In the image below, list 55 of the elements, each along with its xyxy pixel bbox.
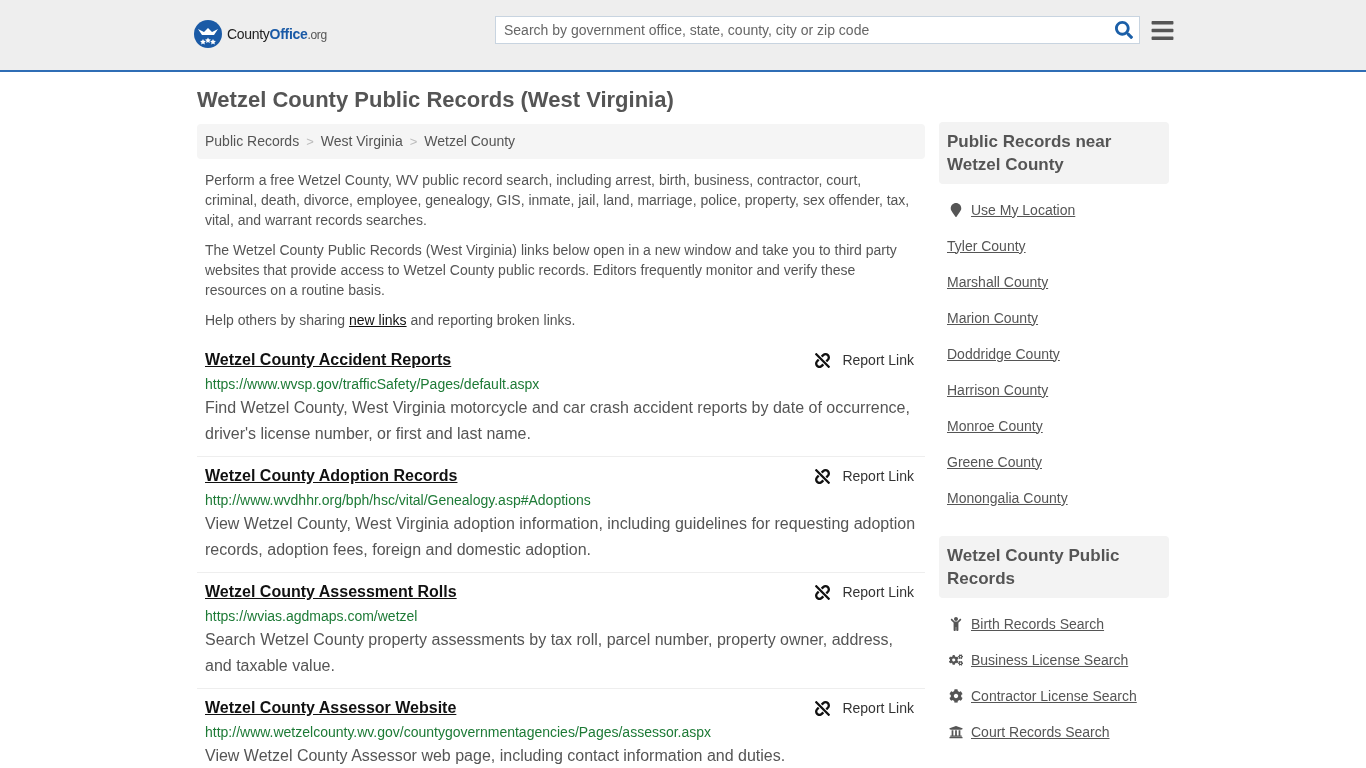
broken-link-icon bbox=[815, 700, 831, 716]
help-text: Help others by sharing new links and reporting broken links. bbox=[205, 311, 577, 330]
site-logo[interactable]: CountyOffice.org bbox=[194, 20, 327, 48]
sidebar-link[interactable]: Birth Records Search bbox=[971, 613, 1105, 635]
intro-paragraph: Perform a free Wetzel County, WV public record search, including arrest, birth, business, contractor, court, criminal, death, divorce, employee, genealogy, GIS, inmate, jail, land, marriage, police, property, sex offender, tax, vital, and warrant records searches. bbox=[205, 171, 911, 230]
breadcrumb-separator: > bbox=[409, 132, 418, 151]
breadcrumb-separator: > bbox=[306, 132, 314, 151]
listing-title-link[interactable]: Wetzel County Adoption Records bbox=[205, 464, 458, 488]
intro-paragraph: The Wetzel County Public Records (West Virginia) links below open in a new window and take you to third party websites that provide access to Wetzel County public records. Editors frequently monitor and verify these resources on a routine basis. bbox=[205, 241, 898, 300]
sidebar-link[interactable]: Harrison County bbox=[947, 379, 1049, 401]
listing-url: http://www.wvdhhr.org/bph/hsc/vital/Genealogy.asp#Adoptions bbox=[205, 491, 592, 510]
listing-url: http://www.wetzelcounty.wv.gov/countygovernmentagencies/Pages/assessor.aspx bbox=[205, 723, 713, 742]
new-links-link[interactable]: new links bbox=[348, 312, 407, 328]
gears-icon bbox=[949, 653, 963, 667]
breadcrumb-link[interactable]: Wetzel County bbox=[424, 131, 516, 152]
sidebar-link[interactable]: Greene County bbox=[947, 451, 1042, 473]
menu-icon[interactable] bbox=[1150, 19, 1175, 41]
sidebar-heading: Public Records near Wetzel County bbox=[939, 122, 1169, 184]
sidebar-link[interactable]: Monongalia County bbox=[947, 487, 1068, 509]
sidebar-link[interactable]: Contractor License Search bbox=[971, 685, 1137, 707]
listing-description: Find Wetzel County, West Virginia motorcycle and car crash accident reports by date of occurrence, driver's license number, or first and last name. bbox=[205, 398, 911, 444]
search-field[interactable]: Search by government office, state, county, city or zip code bbox=[495, 16, 1140, 44]
search-icon[interactable] bbox=[1114, 20, 1134, 40]
sidebar-link[interactable]: Tyler County bbox=[947, 235, 1026, 257]
breadcrumb-link[interactable]: West Virginia bbox=[320, 131, 403, 152]
report-link-button[interactable]: Report Link bbox=[815, 465, 914, 487]
sidebar-link[interactable]: Business License Search bbox=[971, 649, 1129, 671]
report-link-button[interactable]: Report Link bbox=[815, 349, 914, 371]
gear-icon bbox=[949, 689, 963, 703]
columned-building-icon bbox=[949, 725, 963, 739]
listing-description: View Wetzel County, West Virginia adoption information, including guidelines for requesting adoption records, adoption fees, foreign and domestic adoption. bbox=[205, 514, 917, 560]
sidebar-link[interactable]: Court Records Search bbox=[971, 721, 1110, 743]
sidebar-link[interactable]: Marion County bbox=[947, 307, 1039, 329]
sidebar-heading: Wetzel County Public Records bbox=[939, 536, 1169, 598]
listing-title-link[interactable]: Wetzel County Assessment Rolls bbox=[205, 580, 457, 604]
breadcrumb-link[interactable]: Public Records bbox=[205, 131, 300, 152]
sidebar-link[interactable]: Monroe County bbox=[947, 415, 1043, 437]
listing-title-link[interactable]: Wetzel County Accident Reports bbox=[205, 348, 452, 372]
report-link-button[interactable]: Report Link bbox=[815, 697, 914, 719]
map-marker-icon bbox=[949, 203, 963, 217]
person-icon bbox=[949, 617, 963, 631]
broken-link-icon bbox=[815, 468, 831, 484]
sidebar-link[interactable]: Use My Location bbox=[971, 199, 1076, 221]
listing-description: Search Wetzel County property assessments by tax roll, parcel number, property owner, address, and taxable value. bbox=[205, 630, 895, 676]
listing-title-link[interactable]: Wetzel County Assessor Website bbox=[205, 696, 457, 720]
page-title: Wetzel County Public Records (West Virginia) bbox=[197, 87, 675, 113]
report-link-button[interactable]: Report Link bbox=[815, 581, 914, 603]
listing-url: https://www.wvsp.gov/trafficSafety/Pages/default.aspx bbox=[205, 375, 541, 394]
seal-logo-icon bbox=[194, 20, 222, 48]
sidebar-link[interactable]: Doddridge County bbox=[947, 343, 1060, 365]
broken-link-icon bbox=[815, 584, 831, 600]
broken-link-icon bbox=[815, 352, 831, 368]
sidebar-link[interactable]: Marshall County bbox=[947, 271, 1049, 293]
listing-description: View Wetzel County Assessor web page, including contact information and duties. bbox=[205, 746, 787, 766]
listing-url: https://wvias.agdmaps.com/wetzel bbox=[205, 607, 419, 626]
